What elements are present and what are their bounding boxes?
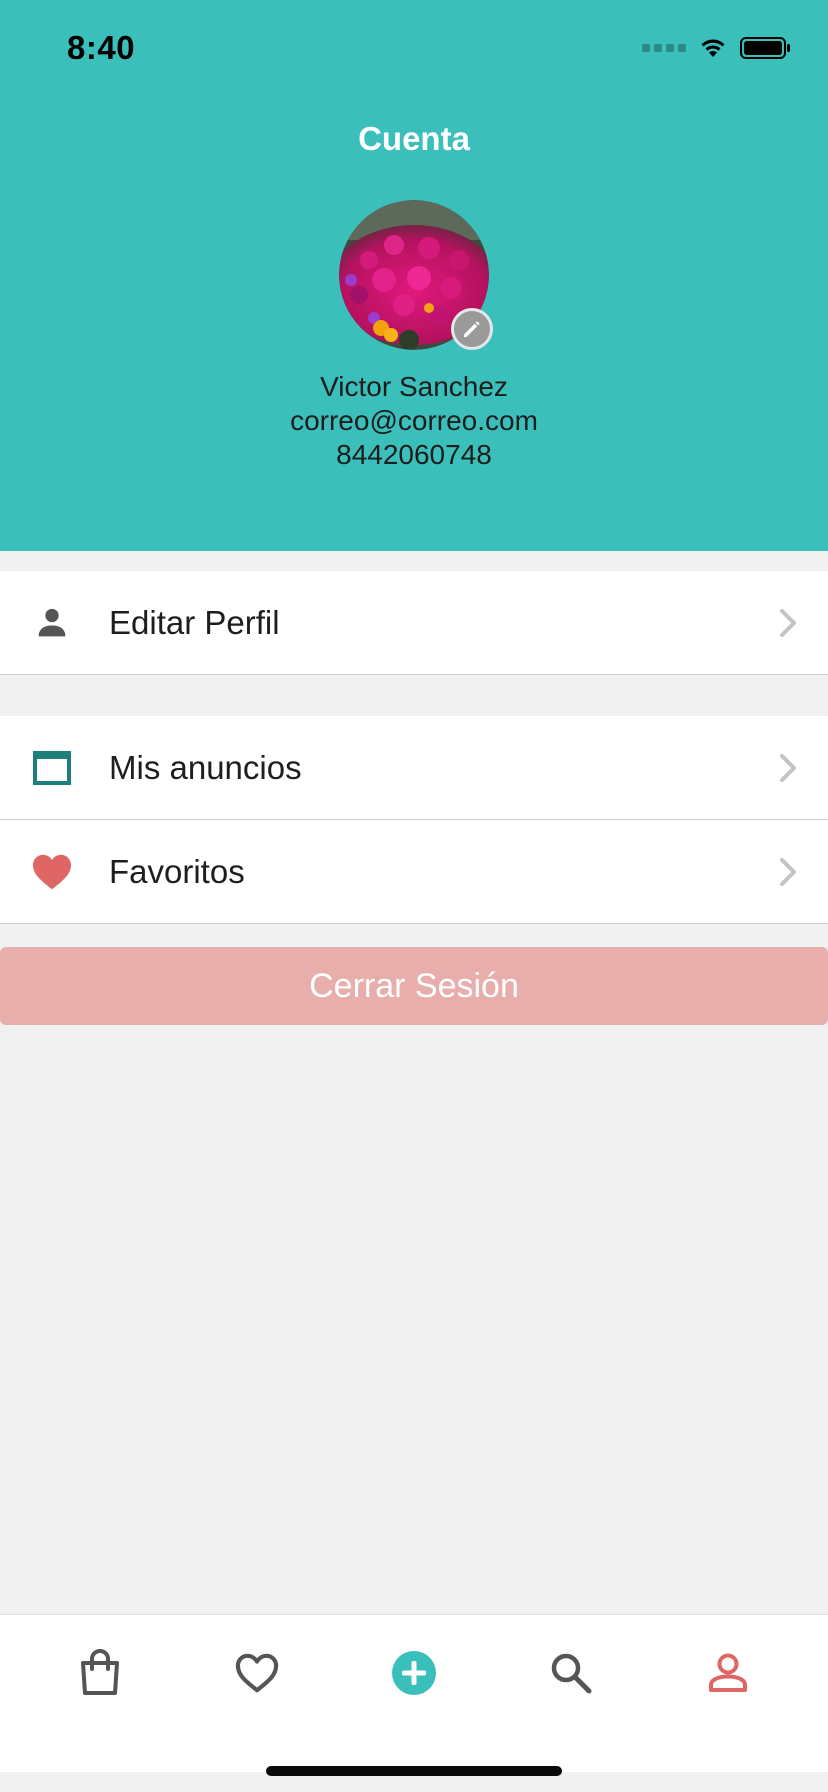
tab-add[interactable] <box>384 1643 444 1703</box>
menu-item-label: Editar Perfil <box>109 603 280 641</box>
user-info: Victor Sanchez correo@correo.com 8442060… <box>0 370 828 472</box>
shopping-bag-icon <box>81 1649 119 1695</box>
heart-icon <box>30 850 74 894</box>
signal-icon <box>642 44 686 52</box>
status-indicators <box>642 36 792 60</box>
battery-icon <box>740 37 790 59</box>
page-title: Cuenta <box>358 120 470 157</box>
menu-item-favorites[interactable]: Favoritos <box>0 820 828 924</box>
window-icon <box>30 746 74 790</box>
wifi-icon <box>701 39 725 57</box>
tab-account[interactable] <box>698 1643 758 1703</box>
tab-shop[interactable] <box>70 1643 130 1703</box>
search-icon <box>551 1653 592 1694</box>
chevron-right-icon <box>780 753 796 782</box>
user-name: Victor Sanchez <box>320 371 508 402</box>
add-circle-icon <box>392 1651 436 1695</box>
person-icon <box>30 601 74 645</box>
menu-item-label: Mis anuncios <box>109 748 302 786</box>
tab-favorites[interactable] <box>227 1643 287 1703</box>
account-icon <box>709 1653 747 1692</box>
user-email: correo@correo.com <box>290 405 538 436</box>
profile-menu-group: Editar Perfil <box>0 571 828 675</box>
account-header: 8:40 Cuenta Victor Sanchez correo@correo… <box>0 0 828 551</box>
content-menu-group: Mis anuncios Favoritos <box>0 716 828 924</box>
edit-avatar-button[interactable] <box>451 308 493 350</box>
tab-bar <box>0 1614 828 1772</box>
heart-outline-icon <box>235 1653 279 1693</box>
logout-button[interactable]: Cerrar Sesión <box>0 947 828 1025</box>
home-indicator <box>266 1766 562 1776</box>
tab-search[interactable] <box>541 1643 601 1703</box>
user-phone: 8442060748 <box>336 439 492 470</box>
chevron-right-icon <box>780 857 796 886</box>
chevron-right-icon <box>780 608 796 637</box>
pencil-icon <box>464 321 480 337</box>
status-time: 8:40 <box>67 29 136 66</box>
avatar[interactable] <box>339 200 493 350</box>
menu-item-edit-profile[interactable]: Editar Perfil <box>0 571 828 675</box>
menu-item-label: Favoritos <box>109 852 245 890</box>
menu-item-my-ads[interactable]: Mis anuncios <box>0 716 828 820</box>
